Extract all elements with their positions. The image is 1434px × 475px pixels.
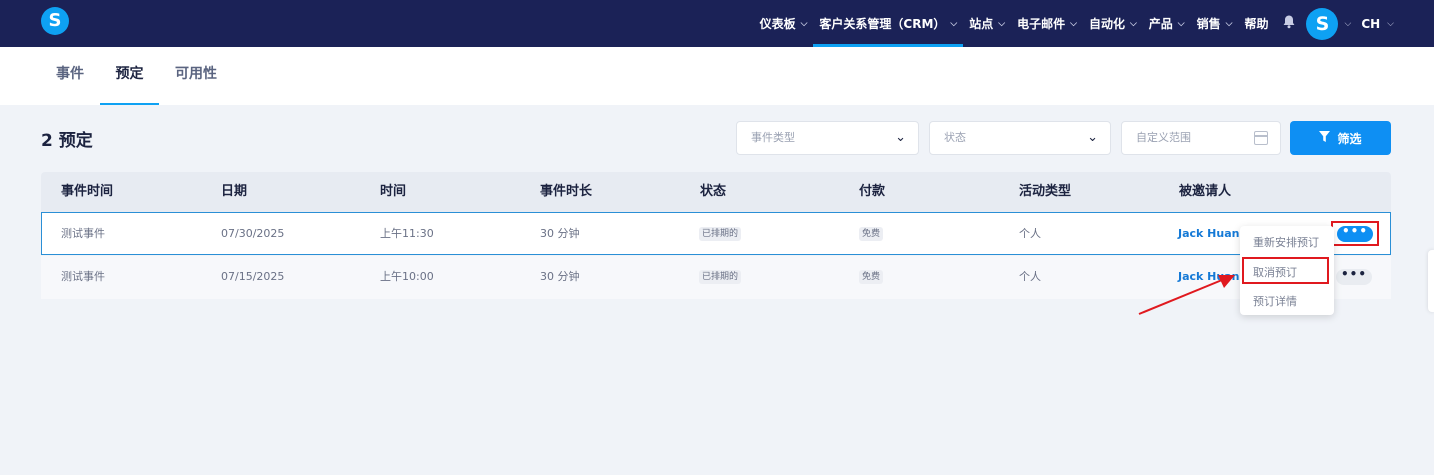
annotation-arrow xyxy=(1138,275,1235,315)
side-panel-tab[interactable] xyxy=(1428,250,1434,312)
